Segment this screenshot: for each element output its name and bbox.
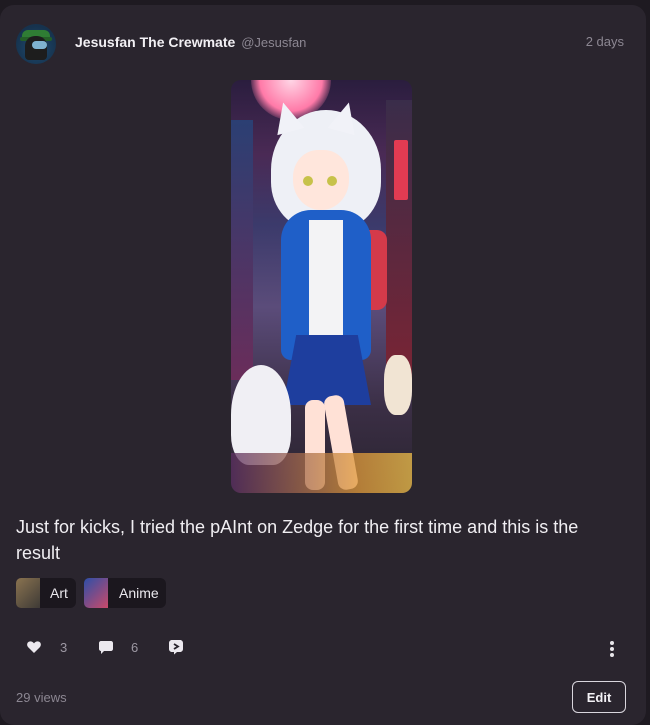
tag-label: Art bbox=[50, 585, 68, 601]
post-caption: Just for kicks, I tried the pAInt on Zed… bbox=[16, 517, 579, 563]
tag-label: Anime bbox=[119, 585, 159, 601]
like-button[interactable]: 3 bbox=[26, 633, 76, 663]
comment-button[interactable]: 6 bbox=[98, 633, 148, 663]
more-options-icon[interactable] bbox=[610, 641, 614, 657]
post-timestamp: 2 days bbox=[585, 34, 624, 49]
author-name-text[interactable]: Jesusfan The Crewmate bbox=[75, 34, 235, 50]
share-button[interactable] bbox=[168, 633, 188, 663]
share-icon bbox=[169, 640, 183, 655]
author-handle[interactable]: @Jesusfan bbox=[241, 35, 306, 50]
tag-art[interactable]: Art bbox=[16, 578, 76, 608]
post-actions: 3 6 bbox=[16, 633, 624, 663]
tag-anime[interactable]: Anime bbox=[84, 578, 166, 608]
author-name[interactable]: Jesusfan The Crewmate @Jesusfan bbox=[75, 34, 306, 50]
avatar[interactable] bbox=[16, 24, 56, 64]
edit-button[interactable]: Edit bbox=[572, 681, 626, 713]
comment-icon bbox=[99, 641, 113, 654]
post-header: Jesusfan The Crewmate @Jesusfan 2 days bbox=[16, 21, 624, 65]
comment-count: 6 bbox=[131, 640, 139, 655]
tag-thumbnail bbox=[84, 578, 108, 608]
like-count: 3 bbox=[60, 640, 68, 655]
heart-icon bbox=[27, 641, 41, 653]
view-count: 29 views bbox=[16, 690, 67, 705]
tag-thumbnail bbox=[16, 578, 40, 608]
post-card: Jesusfan The Crewmate @Jesusfan 2 days J… bbox=[0, 5, 646, 725]
post-image[interactable] bbox=[231, 80, 412, 493]
